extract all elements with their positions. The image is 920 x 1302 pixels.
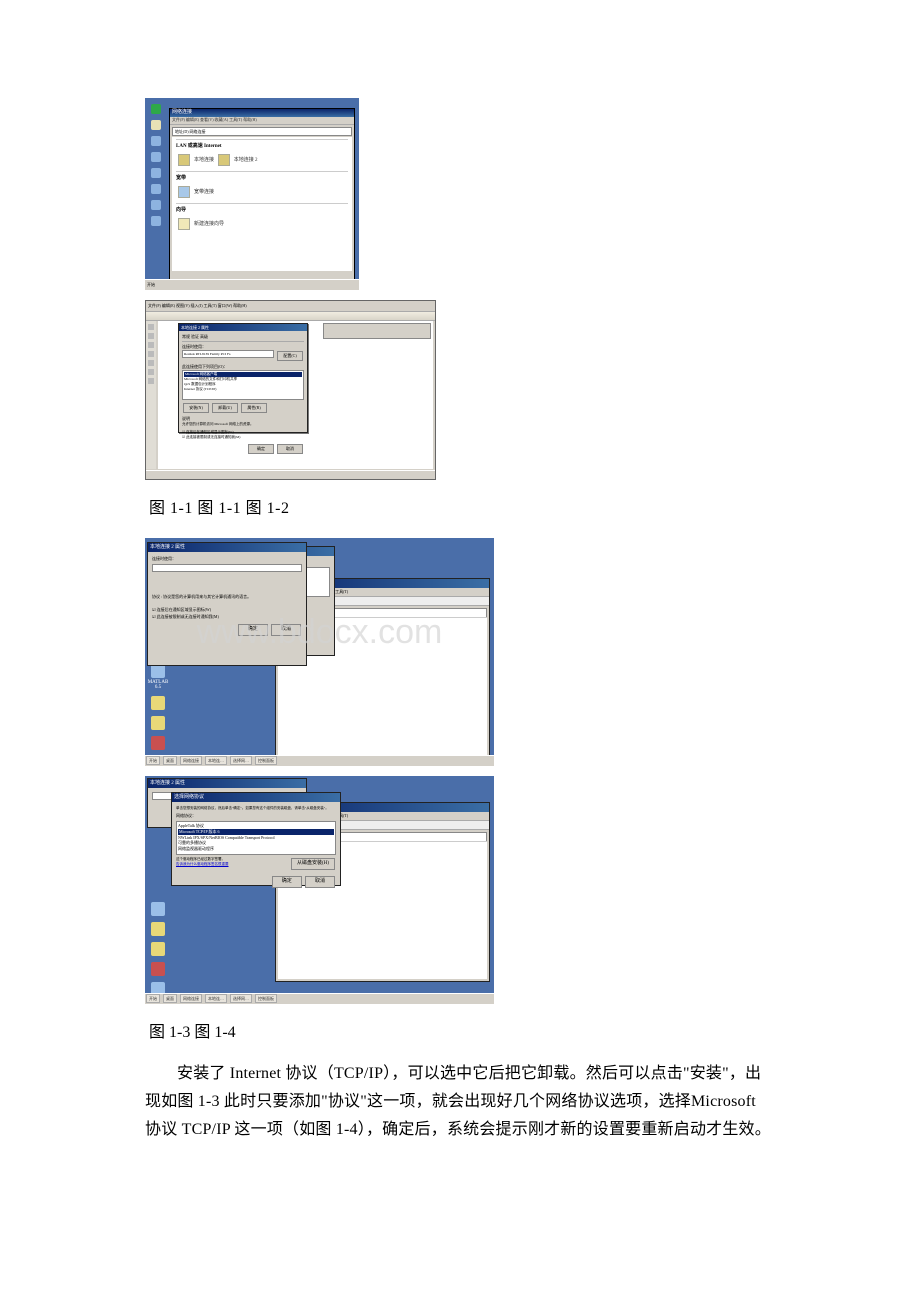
folder-icon xyxy=(151,922,165,936)
figure-3: www.bdocx.com MATLAB 6.5 选择网络组件类型 单击要安装的… xyxy=(145,538,494,766)
task-item[interactable]: 桌面 xyxy=(163,994,177,1003)
figure-4: 本地连接 2 属性 选择网络协议 单击您想安装的网络协议，然后单击"确定"。如果… xyxy=(145,776,494,1004)
tell-me-link[interactable]: 告诉我为什么驱动程序签名很重要 xyxy=(176,862,229,867)
start-button[interactable]: 开始 xyxy=(146,994,160,1003)
statusbar xyxy=(146,470,435,479)
properties-dialog: 本地连接 2 属性 连接时使用： 协议 : 协议是您的计算机用来与其它计算机通讯… xyxy=(147,542,307,666)
app-icon xyxy=(151,962,165,976)
document-page: 网络连接 文件(F) 编辑(E) 查看(V) 收藏(A) 工具(T) 帮助(H)… xyxy=(0,0,920,1204)
group-label: LAN 或高速 Internet xyxy=(176,139,348,149)
cancel-button[interactable]: 取消 xyxy=(305,876,335,888)
wizard-item: 新建连接向导 xyxy=(172,215,352,233)
desc: 协议 : 协议是您的计算机用来与其它计算机通讯的语言。 xyxy=(152,594,302,604)
connection-icon xyxy=(178,154,190,166)
group-label: 宽带 xyxy=(176,171,348,181)
properties-dialog: 本地连接 2 属性 常规 验证 高级 连接时使用： Realtek RTL813… xyxy=(178,323,308,433)
dialog-title: 本地连接 2 属性 xyxy=(148,543,306,552)
bb-item: 宽带连接 xyxy=(172,183,352,201)
checkbox-row[interactable]: ☑ 此连接被限制或无连接时通知我(M) xyxy=(182,435,304,440)
folder-icon xyxy=(151,696,165,710)
task-item[interactable]: 桌面 xyxy=(163,756,177,765)
taskbar: 开始 桌面 网络连接 本地连… 选择网… 控制面板 xyxy=(145,993,494,1004)
task-item[interactable]: 网络连接 xyxy=(180,994,202,1003)
ok-button[interactable]: 确定 xyxy=(272,876,302,888)
start-button[interactable]: 开始 xyxy=(146,756,160,765)
taskbar: 开始 xyxy=(145,279,359,290)
desc-text: 允许您的计算机访问 Microsoft 网络上的资源。 xyxy=(182,422,304,427)
ok-button[interactable]: 确定 xyxy=(248,444,274,454)
app-sidebar xyxy=(146,321,156,469)
protocol-list: AppleTalk 协议 Microsoft TCP/IP 版本 6 NWLin… xyxy=(176,821,336,855)
prompt: 单击您想安装的网络协议，然后单击"确定"。如果您有这个组件的安装磁盘，请单击"从… xyxy=(176,806,336,811)
tabs: 常规 验证 高级 xyxy=(182,334,304,342)
folder-icon xyxy=(151,716,165,730)
desktop-icons xyxy=(145,98,167,290)
content-area: LAN 或高速 Internet 本地连接 本地连接 2 宽带 宽带连接 向导 … xyxy=(172,137,352,271)
list-label: 网络协议： xyxy=(176,813,336,819)
menubar: 文件(F) 编辑(E) 查看(V) 收藏(A) 工具(T) 帮助(H) xyxy=(170,117,354,125)
task-item[interactable]: 控制面板 xyxy=(255,994,277,1003)
connection-icon xyxy=(178,186,190,198)
caption-1: 图 1-1 图 1-1 图 1-2 xyxy=(149,494,775,518)
figure-1: 网络连接 文件(F) 编辑(E) 查看(V) 收藏(A) 工具(T) 帮助(H)… xyxy=(145,98,359,290)
from-disk-button[interactable]: 从磁盘安装(H) xyxy=(291,858,335,870)
caption-2: 图 1-3 图 1-4 xyxy=(149,1018,775,1042)
taskbar: 开始 桌面 网络连接 本地连… 选择网… 控制面板 xyxy=(145,755,494,766)
task-item[interactable]: 网络连接 xyxy=(180,756,202,765)
dialog-title: 选择网络协议 xyxy=(172,793,340,802)
list-item[interactable]: Internet 协议 (TCP/IP) xyxy=(184,387,302,392)
adapter-field: Realtek RTL8139 Family PCI Fa xyxy=(182,350,274,358)
wizard-icon xyxy=(178,218,190,230)
body-paragraph: 安装了 Internet 协议（TCP/IP），可以选中它后把它卸载。然后可以点… xyxy=(145,1060,775,1144)
address-bar: 地址(D) 网络连接 xyxy=(172,127,352,136)
paragraph-text: 安装了 Internet 协议（TCP/IP），可以选中它后把它卸载。然后可以点… xyxy=(145,1060,775,1144)
dialog-title: 本地连接 2 属性 xyxy=(148,779,306,788)
dialog-title: 本地连接 2 属性 xyxy=(179,324,307,331)
list-item[interactable]: 网络监视器驱动程序 xyxy=(178,846,334,852)
task-item[interactable]: 本地连… xyxy=(205,994,227,1003)
folder-icon xyxy=(151,942,165,956)
app-icon xyxy=(151,736,165,750)
task-item[interactable]: 本地连… xyxy=(205,756,227,765)
app-menubar: 文件(F) 编辑(E) 视图(V) 插入(I) 工具(T) 窗口(W) 帮助(H… xyxy=(146,301,435,312)
lan-item: 本地连接 本地连接 2 xyxy=(172,151,352,169)
connection-icon xyxy=(218,154,230,166)
properties-button[interactable]: 属性(R) xyxy=(241,403,267,413)
ok-button[interactable]: 确定 xyxy=(238,624,268,636)
cancel-button[interactable]: 取消 xyxy=(271,624,301,636)
task-item[interactable]: 选择网… xyxy=(230,994,252,1003)
task-item[interactable]: 控制面板 xyxy=(255,756,277,765)
install-button[interactable]: 安装(N) xyxy=(183,403,209,413)
app-toolbar xyxy=(146,312,435,321)
matlab-icon xyxy=(151,664,165,678)
titlebar: 网络连接 xyxy=(170,109,354,117)
explorer-window: 网络连接 文件(F) 编辑(E) 查看(V) 收藏(A) 工具(T) 帮助(H)… xyxy=(169,108,355,282)
components-list: Microsoft 网络客户端 Microsoft 网络的文件和打印机共享 Qo… xyxy=(182,370,304,400)
matlab-icon xyxy=(151,902,165,916)
label: 连接时使用： xyxy=(152,556,302,562)
checkbox-row[interactable]: ☑ 连接后在通知区域显示图标(W) xyxy=(152,607,302,613)
group-label: 向导 xyxy=(176,203,348,213)
cancel-button[interactable]: 取消 xyxy=(277,444,303,454)
configure-button[interactable]: 配置(C) xyxy=(277,351,303,361)
select-protocol-dialog: 选择网络协议 单击您想安装的网络协议，然后单击"确定"。如果您有这个组件的安装磁… xyxy=(171,792,341,886)
figure-2: 文件(F) 编辑(E) 视图(V) 插入(I) 工具(T) 窗口(W) 帮助(H… xyxy=(145,300,436,480)
uninstall-button[interactable]: 卸载(U) xyxy=(212,403,238,413)
task-item[interactable]: 选择网… xyxy=(230,756,252,765)
checkbox-row[interactable]: ☑ 此连接被限制或无连接时通知我(M) xyxy=(152,614,302,620)
